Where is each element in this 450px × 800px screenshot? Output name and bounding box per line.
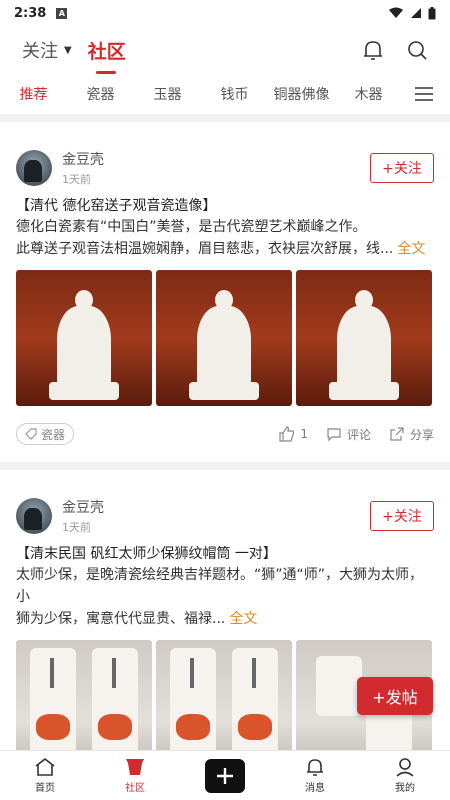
tab-community-label: 社区	[125, 783, 145, 794]
figure-head	[75, 290, 93, 310]
community-tab-label: 社区	[87, 40, 126, 63]
post-time: 1天前	[62, 521, 91, 534]
vase-inscription	[50, 658, 54, 688]
top-navigation: 关注 ▼ 社区	[0, 26, 450, 74]
user-icon	[396, 758, 414, 777]
lion-decoration	[176, 714, 210, 740]
create-post-button[interactable]: +发帖	[357, 677, 433, 715]
category-tab-coins[interactable]: 钱币	[201, 84, 268, 104]
home-icon	[35, 757, 55, 776]
vase-inscription	[190, 658, 194, 688]
battery-icon	[428, 6, 436, 19]
avatar[interactable]	[16, 498, 52, 534]
figure-head	[215, 290, 233, 310]
notification-a-icon: A	[56, 7, 68, 19]
comment-icon	[327, 428, 341, 442]
community-icon	[126, 759, 144, 775]
post-image[interactable]	[16, 270, 152, 406]
author-name[interactable]: 金豆壳	[62, 149, 104, 169]
tab-publish[interactable]	[180, 751, 270, 800]
tab-mine-label: 我的	[395, 783, 415, 794]
figure-body	[197, 306, 251, 390]
follow-tab-label: 关注	[22, 41, 58, 62]
lion-decoration	[238, 714, 272, 740]
tab-home-label: 首页	[35, 783, 55, 794]
share-button[interactable]: 分享	[389, 426, 434, 443]
comment-label: 评论	[346, 427, 371, 442]
read-more-link[interactable]: 全文	[229, 611, 257, 627]
tab-messages[interactable]: 消息	[270, 751, 360, 800]
tab-home[interactable]: 首页	[0, 751, 90, 800]
vase-inscription	[252, 658, 256, 688]
category-tab-recommend[interactable]: 推荐	[0, 84, 67, 104]
read-more-link[interactable]: 全文	[397, 241, 425, 257]
signal-icon	[411, 8, 421, 18]
category-tag[interactable]: 瓷器	[16, 423, 75, 445]
lion-decoration	[98, 714, 132, 740]
thumbs-up-icon	[279, 426, 295, 442]
post-title[interactable]: 【清代 德化窑送子观音瓷造像】	[16, 196, 434, 216]
bottom-tab-bar: 首页 社区 消息 我的	[0, 750, 450, 800]
post-card[interactable]: 金豆壳 1天前 +关注 【清代 德化窑送子观音瓷造像】 德化白瓷素有“中国白”美…	[0, 122, 450, 462]
follow-button[interactable]: +关注	[370, 153, 434, 183]
post-body-line-1: 德化白瓷素有“中国白”美誉，是古代瓷塑艺术巅峰之作。	[16, 219, 367, 235]
post-card[interactable]: 金豆壳 1天前 +关注 【清末民国 矾红太师少保狮纹帽筒 一对】 太师少保，是晚…	[0, 470, 450, 790]
author-name[interactable]: 金豆壳	[62, 497, 104, 517]
follow-tab[interactable]: 关注 ▼	[22, 37, 72, 63]
wifi-icon	[389, 7, 403, 18]
post-title[interactable]: 【清末民国 矾红太师少保狮纹帽筒 一对】	[16, 544, 434, 564]
post-image[interactable]	[156, 270, 292, 406]
bell-icon[interactable]	[362, 39, 384, 61]
post-body-text: 狮为少保，寓意代代显贵、福禄...	[16, 611, 226, 627]
figure-head	[355, 290, 373, 310]
post-time: 1天前	[62, 173, 91, 186]
like-count: 1	[300, 427, 308, 441]
avatar[interactable]	[16, 150, 52, 186]
category-menu-button[interactable]	[402, 74, 446, 114]
status-bar: 2:38 A	[0, 0, 450, 26]
comment-button[interactable]: 评论	[326, 426, 371, 443]
post-body-line-2: 此尊送子观音法相温婉娴静，眉目慈悲，衣袂层次舒展，线... 全文	[16, 238, 434, 260]
vase-inscription	[112, 658, 116, 688]
category-tab-wood[interactable]: 木器	[335, 84, 402, 104]
post-body-line-2: 狮为少保，寓意代代显贵、福禄... 全文	[16, 608, 434, 630]
category-bar: 推荐 瓷器 玉器 钱币 铜器佛像 木器	[0, 74, 450, 114]
post-body-line-1: 太师少保，是晚清瓷绘经典吉祥题材。“狮”通“师”，大狮为太师，小	[16, 567, 424, 605]
category-tab-porcelain[interactable]: 瓷器	[67, 84, 134, 104]
post-image[interactable]	[296, 270, 432, 406]
plus-icon	[217, 767, 233, 784]
category-tag-label: 瓷器	[41, 427, 66, 442]
category-tab-jade[interactable]: 玉器	[134, 84, 201, 104]
menu-icon	[415, 87, 433, 101]
bell-icon	[307, 759, 323, 776]
tab-community[interactable]: 社区	[90, 751, 180, 800]
tab-mine[interactable]: 我的	[360, 751, 450, 800]
share-icon	[390, 427, 404, 441]
tab-messages-label: 消息	[305, 783, 325, 794]
post-body-text: 此尊送子观音法相温婉娴静，眉目慈悲，衣袂层次舒展，线...	[16, 241, 394, 257]
follow-button[interactable]: +关注	[370, 501, 434, 531]
share-label: 分享	[409, 427, 434, 442]
tag-icon	[25, 428, 37, 440]
category-tab-bronze-buddha[interactable]: 铜器佛像	[268, 84, 335, 104]
figure-body	[57, 306, 111, 390]
community-tab[interactable]: 社区	[87, 37, 126, 74]
publish-button[interactable]	[205, 758, 245, 793]
lion-decoration	[36, 714, 70, 740]
caret-down-icon[interactable]: ▼	[64, 45, 72, 56]
figure-body	[337, 306, 391, 390]
status-time: 2:38	[14, 5, 47, 21]
like-button[interactable]: 1	[279, 426, 308, 443]
vase	[316, 656, 362, 716]
search-icon[interactable]	[406, 39, 428, 61]
